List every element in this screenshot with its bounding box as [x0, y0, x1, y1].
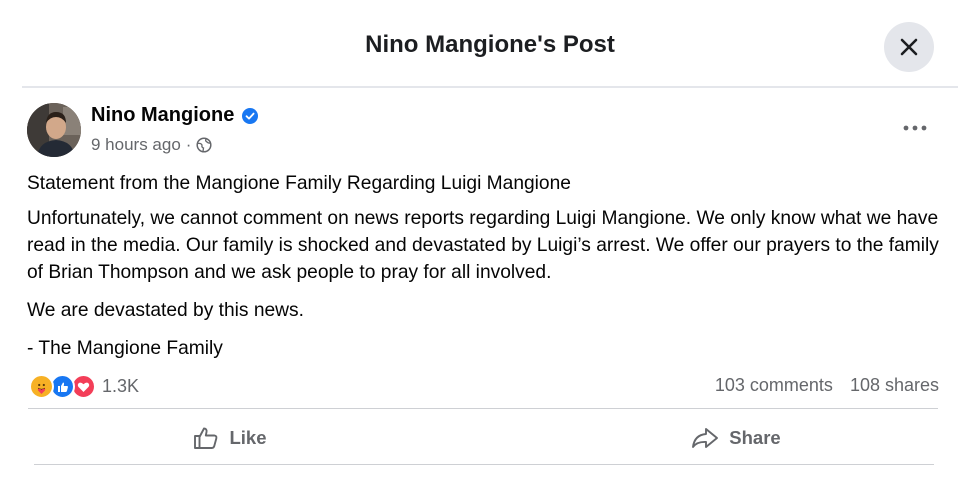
author-line: Nino Mangione — [91, 104, 259, 127]
post-paragraph: Statement from the Mangione Family Regar… — [27, 173, 571, 194]
engagement-counts: 103 comments 108 shares — [715, 375, 939, 396]
avatar[interactable] — [27, 103, 81, 157]
globe-icon[interactable] — [196, 137, 213, 153]
care-icon — [29, 374, 54, 399]
share-icon — [692, 428, 719, 448]
thumbs-up-icon — [194, 427, 218, 449]
close-icon — [900, 38, 918, 56]
comments-count-link[interactable]: 103 comments — [715, 375, 833, 396]
actions-divider-top — [28, 408, 938, 409]
verified-badge-icon — [242, 107, 259, 124]
share-button[interactable]: Share — [496, 414, 938, 462]
more-options-button[interactable] — [897, 115, 933, 141]
post-actions: Like Share — [28, 414, 938, 462]
post-paragraph: We are devastated by this news. — [27, 300, 304, 321]
shares-count-link[interactable]: 108 shares — [850, 375, 939, 396]
share-label: Share — [729, 427, 781, 448]
like-label: Like — [229, 427, 267, 448]
close-button[interactable] — [884, 22, 934, 72]
header-divider — [22, 86, 958, 88]
like-button[interactable]: Like — [28, 414, 496, 462]
post-dialog-header: Nino Mangione's Post — [0, 0, 980, 88]
more-options-icon — [903, 125, 927, 131]
meta-separator: · — [185, 135, 192, 154]
author-name[interactable]: Nino Mangione — [91, 104, 234, 127]
actions-divider-bottom — [34, 464, 934, 465]
post-paragraph: - The Mangione Family — [27, 338, 223, 359]
dialog-title: Nino Mangione's Post — [365, 31, 615, 58]
reactions-summary[interactable]: 1.3K — [29, 374, 139, 399]
post-meta: 9 hours ago · — [91, 135, 213, 155]
post-timestamp[interactable]: 9 hours ago — [91, 135, 181, 155]
reaction-count[interactable]: 1.3K — [102, 376, 139, 397]
post-paragraph: Unfortunately, we cannot comment on news… — [27, 208, 939, 283]
